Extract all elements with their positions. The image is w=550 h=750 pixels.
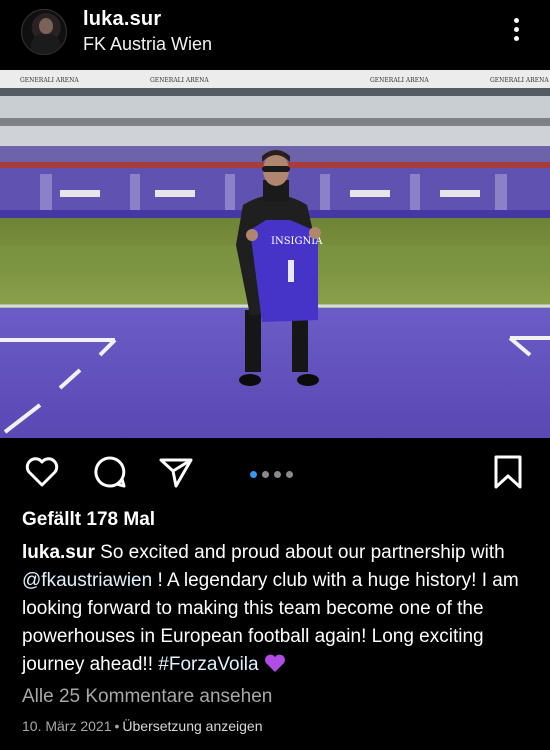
post-caption: luka.sur So excited and proud about our … <box>22 539 538 679</box>
post-location[interactable]: FK Austria Wien <box>83 34 212 55</box>
bookmark-icon[interactable] <box>489 453 527 491</box>
hashtag-link[interactable]: #ForzaVoila <box>158 654 258 675</box>
translate-link[interactable]: Übersetzung anzeigen <box>122 718 262 734</box>
mention-link[interactable]: @fkaustriawien <box>22 570 152 591</box>
more-vertical-icon[interactable] <box>508 18 524 46</box>
stadium-photo-image: INSIGNIA GENERALI ARENA GENERALI ARENA G… <box>0 70 550 438</box>
post-date: 10. März 2021 <box>22 718 112 734</box>
view-comments-link[interactable]: Alle 25 Kommentare ansehen <box>22 686 272 708</box>
caption-username[interactable]: luka.sur <box>22 542 95 563</box>
heart-outline-icon[interactable] <box>23 453 61 491</box>
post-username[interactable]: luka.sur <box>83 8 161 31</box>
post-photo[interactable]: INSIGNIA GENERALI ARENA GENERALI ARENA G… <box>0 70 550 438</box>
avatar[interactable] <box>21 9 67 55</box>
post-meta: 10. März 2021 • Übersetzung anzeigen <box>22 718 263 734</box>
post-header: luka.sur FK Austria Wien <box>0 0 550 70</box>
comment-bubble-icon[interactable] <box>91 453 129 491</box>
banner-text: GENERALI ARENA <box>490 77 549 84</box>
banner-text: GENERALI ARENA <box>20 77 79 84</box>
banner-text: GENERALI ARENA <box>370 77 429 84</box>
paper-plane-icon[interactable] <box>157 453 195 491</box>
carousel-indicator <box>250 466 298 479</box>
banner-text: GENERALI ARENA <box>150 77 209 84</box>
separator: • <box>114 718 120 734</box>
caption-text: So excited and proud about our partnersh… <box>94 542 505 563</box>
purple-heart-emoji <box>264 653 286 673</box>
likes-count[interactable]: Gefällt 178 Mal <box>22 509 155 531</box>
